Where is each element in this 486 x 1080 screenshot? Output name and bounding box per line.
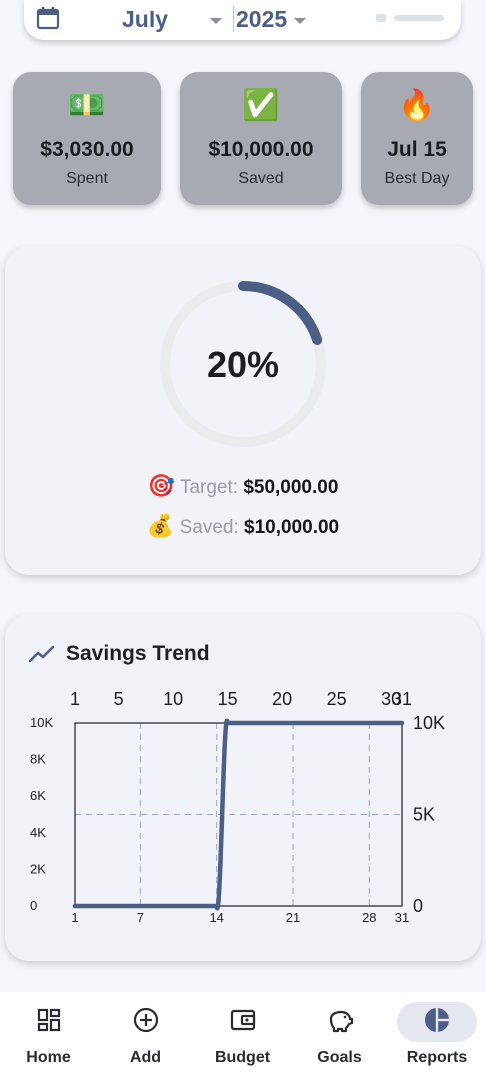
nav-add[interactable]: Add <box>97 992 194 1080</box>
nav-add-label: Add <box>129 1049 162 1066</box>
month-dropdown[interactable]: July <box>106 5 224 33</box>
x-tick-bottom: 7 <box>137 910 144 925</box>
nav-goals-label: Goals <box>317 1049 362 1066</box>
saved-line-value: $10,000.00 <box>244 517 340 538</box>
x-tick-bottom: 1 <box>71 910 78 925</box>
y-tick-right: 10K <box>413 713 445 733</box>
year-dropdown[interactable]: 2025 <box>236 5 316 33</box>
saved-line-label: Saved: <box>179 517 239 538</box>
x-tick-bottom: 21 <box>286 910 300 925</box>
x-tick-top: 15 <box>218 689 238 709</box>
y-tick-left: 2K <box>30 861 46 876</box>
money-bag-icon: 💰 <box>146 513 175 538</box>
selector-divider <box>233 6 234 32</box>
pie-chart-icon <box>425 1008 449 1032</box>
best-day-value: Jul 15 <box>387 138 447 161</box>
x-tick-top: 5 <box>114 689 124 709</box>
x-tick-top: 31 <box>392 689 412 709</box>
money-icon: 💵 <box>68 89 106 122</box>
x-tick-top: 1 <box>70 689 80 709</box>
saved-label: Saved <box>238 170 284 187</box>
x-tick-bottom: 28 <box>362 910 376 925</box>
y-tick-right: 5K <box>413 805 435 825</box>
bottom-navigation: Home Add Budget Goals Reports <box>0 992 486 1080</box>
x-tick-bottom: 31 <box>395 910 409 925</box>
nav-reports[interactable]: Reports <box>388 992 486 1080</box>
x-tick-top: 20 <box>272 689 292 709</box>
spent-label: Spent <box>66 170 108 187</box>
progress-percent: 20% <box>206 344 280 385</box>
y-tick-left: 10K <box>30 715 53 730</box>
y-tick-left: 4K <box>30 825 46 840</box>
saved-value: $10,000.00 <box>208 138 314 161</box>
best-day-card: 🔥 Jul 15 Best Day <box>361 72 473 205</box>
check-icon: ✅ <box>242 89 280 122</box>
y-tick-left: 0 <box>30 898 37 913</box>
x-tick-bottom: 14 <box>209 910 223 925</box>
chevron-down-icon <box>210 18 222 24</box>
target-icon: 🎯 <box>147 473 175 498</box>
x-tick-top: 25 <box>327 689 347 709</box>
x-tick-top: 10 <box>163 689 183 709</box>
nav-budget[interactable]: Budget <box>194 992 291 1080</box>
spent-value: $3,030.00 <box>40 138 134 161</box>
savings-trend-card: Savings Trend 1 5 10 15 20 25 30 31 1 7 14 21 28 31 0 2… <box>5 614 481 961</box>
period-selector: July 2025 <box>24 0 461 40</box>
add-circle-icon <box>133 1007 158 1033</box>
faded-artifact <box>376 14 444 22</box>
savings-trend-chart: 1 5 10 15 20 25 30311 7 14 21 28 3102K4K6K8K10K05K1… <box>30 689 445 925</box>
goal-progress-card: 20% 🎯 Target: $50,000.00 💰 Saved: $10,00… <box>5 246 481 575</box>
piggy-bank-icon <box>329 1010 353 1033</box>
target-label: Target: <box>179 477 239 498</box>
year-value: 2025 <box>236 6 288 32</box>
fire-icon: 🔥 <box>398 89 436 122</box>
target-line: 🎯 Target: $50,000.00 <box>5 473 481 499</box>
best-day-label: Best Day <box>384 170 450 187</box>
target-value: $50,000.00 <box>243 477 339 498</box>
nav-home[interactable]: Home <box>0 992 97 1080</box>
nav-home-label: Home <box>26 1049 71 1066</box>
y-tick-left: 8K <box>30 752 46 767</box>
chevron-down-icon <box>294 18 306 24</box>
dashboard-icon <box>37 1008 60 1032</box>
month-value: July <box>122 6 169 32</box>
spent-card: 💵 $3,030.00 Spent <box>13 72 161 205</box>
nav-reports-label: Reports <box>406 1049 468 1066</box>
y-tick-right: 0 <box>413 896 423 916</box>
nav-goals[interactable]: Goals <box>291 992 388 1080</box>
saved-line: 💰 Saved: $10,000.00 <box>5 513 481 539</box>
wallet-icon <box>230 1009 255 1031</box>
nav-budget-label: Budget <box>214 1049 271 1066</box>
y-tick-left: 6K <box>30 788 46 803</box>
calendar-icon[interactable] <box>36 6 60 30</box>
saved-card: ✅ $10,000.00 Saved <box>180 72 342 205</box>
